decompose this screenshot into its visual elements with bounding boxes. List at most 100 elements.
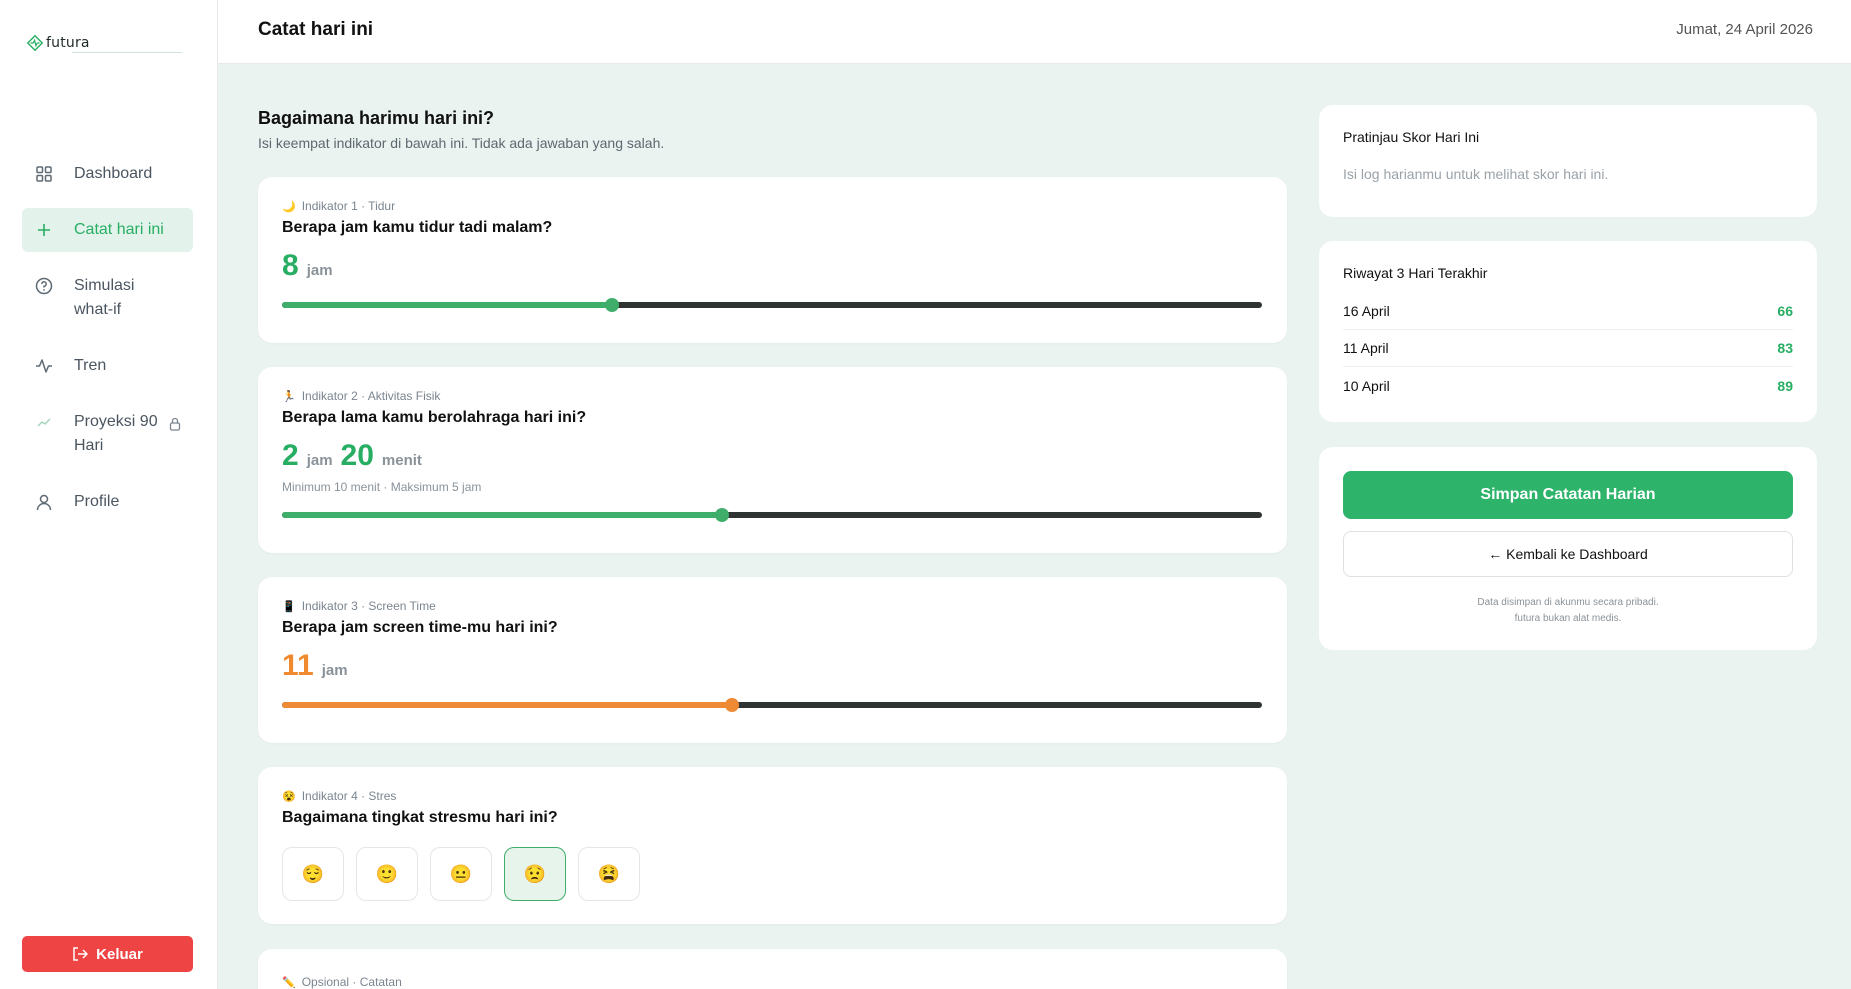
history-date: 10 April — [1343, 377, 1390, 394]
slider-handle[interactable] — [605, 298, 620, 312]
page-header: Catat hari ini Jumat, 24 April 2026 — [218, 0, 1851, 64]
slider-handle[interactable] — [724, 698, 739, 712]
logout-icon — [73, 947, 89, 961]
exercise-slider[interactable] — [282, 508, 1262, 522]
sidebar-item-tren[interactable]: Tren — [22, 344, 193, 388]
history-list: 16 April 66 11 April 83 10 April 89 — [1343, 293, 1793, 404]
slider-fill — [282, 512, 723, 518]
privacy-note-line: Data disimpan di akunmu secara pribadi. — [1477, 597, 1659, 608]
mood-selector: 😌 🙂 😐 😟 😫 — [282, 847, 640, 901]
intro-title: Bagaimana harimu hari ini? — [258, 108, 495, 128]
screen-question: Berapa jam screen time-mu hari ini? — [282, 619, 558, 636]
note-card: ✏️ Opsional · Catatan — [258, 949, 1287, 989]
mood-option-1[interactable]: 😌 — [282, 847, 344, 901]
exercise-value: 2 jam 20 menit — [282, 439, 422, 473]
save-log-button[interactable]: Simpan Catatan Harian — [1343, 471, 1793, 519]
stress-question: Bagaimana tingkat stresmu hari ini? — [282, 809, 558, 826]
privacy-note-line: futura bukan alat medis. — [1514, 613, 1622, 624]
stress-card: 😵 Indikator 4 · Stres Bagaimana tingkat … — [258, 767, 1287, 924]
mood-option-4[interactable]: 😟 — [504, 847, 566, 901]
indicator-label-text: Indikator 3 · Screen Time — [301, 599, 436, 613]
history-score: 89 — [1777, 377, 1793, 394]
indicator-label: 🌙 Indikator 1 · Tidur — [282, 199, 395, 213]
privacy-note: Data disimpan di akunmu secara pribadi. … — [1343, 595, 1793, 627]
indicator-label: 🏃 Indikator 2 · Aktivitas Fisik — [282, 389, 440, 403]
screen-hours: 11 — [282, 649, 314, 682]
sidebar-item-dashboard[interactable]: Dashboard — [22, 152, 193, 196]
mood-option-2[interactable]: 🙂 — [356, 847, 418, 901]
history-card: Riwayat 3 Hari Terakhir 16 April 66 11 A… — [1319, 241, 1817, 422]
exercise-question: Berapa lama kamu berolahraga hari ini? — [282, 409, 587, 426]
history-row: 10 April 89 — [1343, 367, 1793, 404]
history-row: 16 April 66 — [1343, 293, 1793, 330]
indicator-label: 😵 Indikator 4 · Stres — [282, 789, 396, 803]
plus-icon — [34, 218, 54, 242]
sidebar-item-label: Simulasi what-if — [74, 277, 135, 318]
mood-option-5[interactable]: 😫 — [578, 847, 640, 901]
history-score: 83 — [1777, 340, 1793, 356]
sleep-card: 🌙 Indikator 1 · Tidur Berapa jam kamu ti… — [258, 177, 1287, 343]
history-date: 16 April — [1343, 303, 1390, 319]
sleep-question: Berapa jam kamu tidur tadi malam? — [282, 219, 553, 236]
sidebar-item-label: Catat hari ini — [74, 221, 164, 238]
slider-fill — [282, 302, 613, 308]
sidebar-item-label: Dashboard — [74, 165, 153, 182]
score-preview-card: Pratinjau Skor Hari Ini Isi log harianmu… — [1319, 105, 1817, 217]
actions-card: Simpan Catatan Harian ← Kembali ke Dashb… — [1319, 447, 1817, 650]
intro-subtitle: Isi keempat indikator di bawah ini. Tida… — [258, 135, 665, 151]
logout-button[interactable]: Keluar — [22, 936, 193, 972]
sidebar-nav: Dashboard Catat hari ini Simulasi what-i… — [22, 152, 193, 536]
current-date: Jumat, 24 April 2026 — [1676, 21, 1813, 38]
moon-icon: 🌙 — [282, 200, 296, 213]
sidebar-item-catat[interactable]: Catat hari ini — [22, 208, 193, 252]
indicator-label-text: Indikator 2 · Aktivitas Fisik — [301, 389, 441, 403]
screen-slider[interactable] — [282, 698, 1262, 712]
preview-title: Pratinjau Skor Hari Ini — [1343, 129, 1480, 145]
back-to-dashboard-button[interactable]: ← Kembali ke Dashboard — [1343, 531, 1793, 577]
exercise-card: 🏃 Indikator 2 · Aktivitas Fisik Berapa l… — [258, 367, 1287, 553]
sleep-hours: 8 — [282, 249, 299, 282]
page-title: Catat hari ini — [258, 19, 374, 40]
phone-icon: 📱 — [282, 600, 296, 613]
screen-unit: jam — [321, 662, 348, 679]
user-icon — [34, 490, 54, 514]
indicator-label-text: Opsional · Catatan — [301, 975, 402, 989]
history-score: 66 — [1777, 303, 1793, 319]
chart-icon — [34, 410, 54, 434]
exercise-hours: 2 — [282, 439, 299, 472]
grid-icon — [34, 162, 54, 186]
exercise-hint: Minimum 10 menit · Maksimum 5 jam — [282, 480, 482, 494]
screen-value: 11 jam — [282, 649, 348, 683]
indicator-label: 📱 Indikator 3 · Screen Time — [282, 599, 436, 613]
sidebar-item-simulasi[interactable]: Simulasi what-if — [22, 264, 193, 332]
sidebar-item-label: Tren — [74, 357, 107, 374]
logo-text: futura — [46, 35, 90, 51]
indicator-label-text: Indikator 1 · Tidur — [301, 199, 396, 213]
sleep-unit: jam — [306, 262, 333, 279]
running-icon: 🏃 — [282, 390, 296, 403]
mood-option-3[interactable]: 😐 — [430, 847, 492, 901]
slider-handle[interactable] — [715, 508, 730, 522]
sidebar-item-label: Proyeksi 90 Hari — [74, 413, 158, 454]
screen-time-card: 📱 Indikator 3 · Screen Time Berapa jam s… — [258, 577, 1287, 743]
stress-icon: 😵 — [282, 790, 296, 803]
sidebar-item-label: Profile — [74, 493, 120, 510]
lock-icon — [169, 410, 181, 439]
sleep-value: 8 jam — [282, 249, 333, 283]
logo[interactable]: futura — [26, 34, 182, 53]
sidebar: futura Dashboard Catat hari ini Simulasi… — [0, 0, 218, 989]
history-date: 11 April — [1343, 340, 1389, 356]
activity-icon — [34, 354, 54, 378]
logo-underline — [72, 52, 182, 53]
history-row: 11 April 83 — [1343, 330, 1793, 367]
exercise-hours-unit: jam — [306, 452, 333, 469]
slider-fill — [282, 702, 732, 708]
sidebar-item-profile[interactable]: Profile — [22, 480, 193, 524]
help-circle-icon — [34, 274, 54, 298]
sidebar-item-proyeksi[interactable]: Proyeksi 90 Hari — [22, 400, 193, 468]
indicator-label: ✏️ Opsional · Catatan — [282, 975, 402, 989]
history-title: Riwayat 3 Hari Terakhir — [1343, 265, 1488, 281]
pencil-icon: ✏️ — [282, 976, 296, 989]
preview-subtitle: Isi log harianmu untuk melihat skor hari… — [1343, 166, 1609, 182]
sleep-slider[interactable] — [282, 298, 1262, 312]
